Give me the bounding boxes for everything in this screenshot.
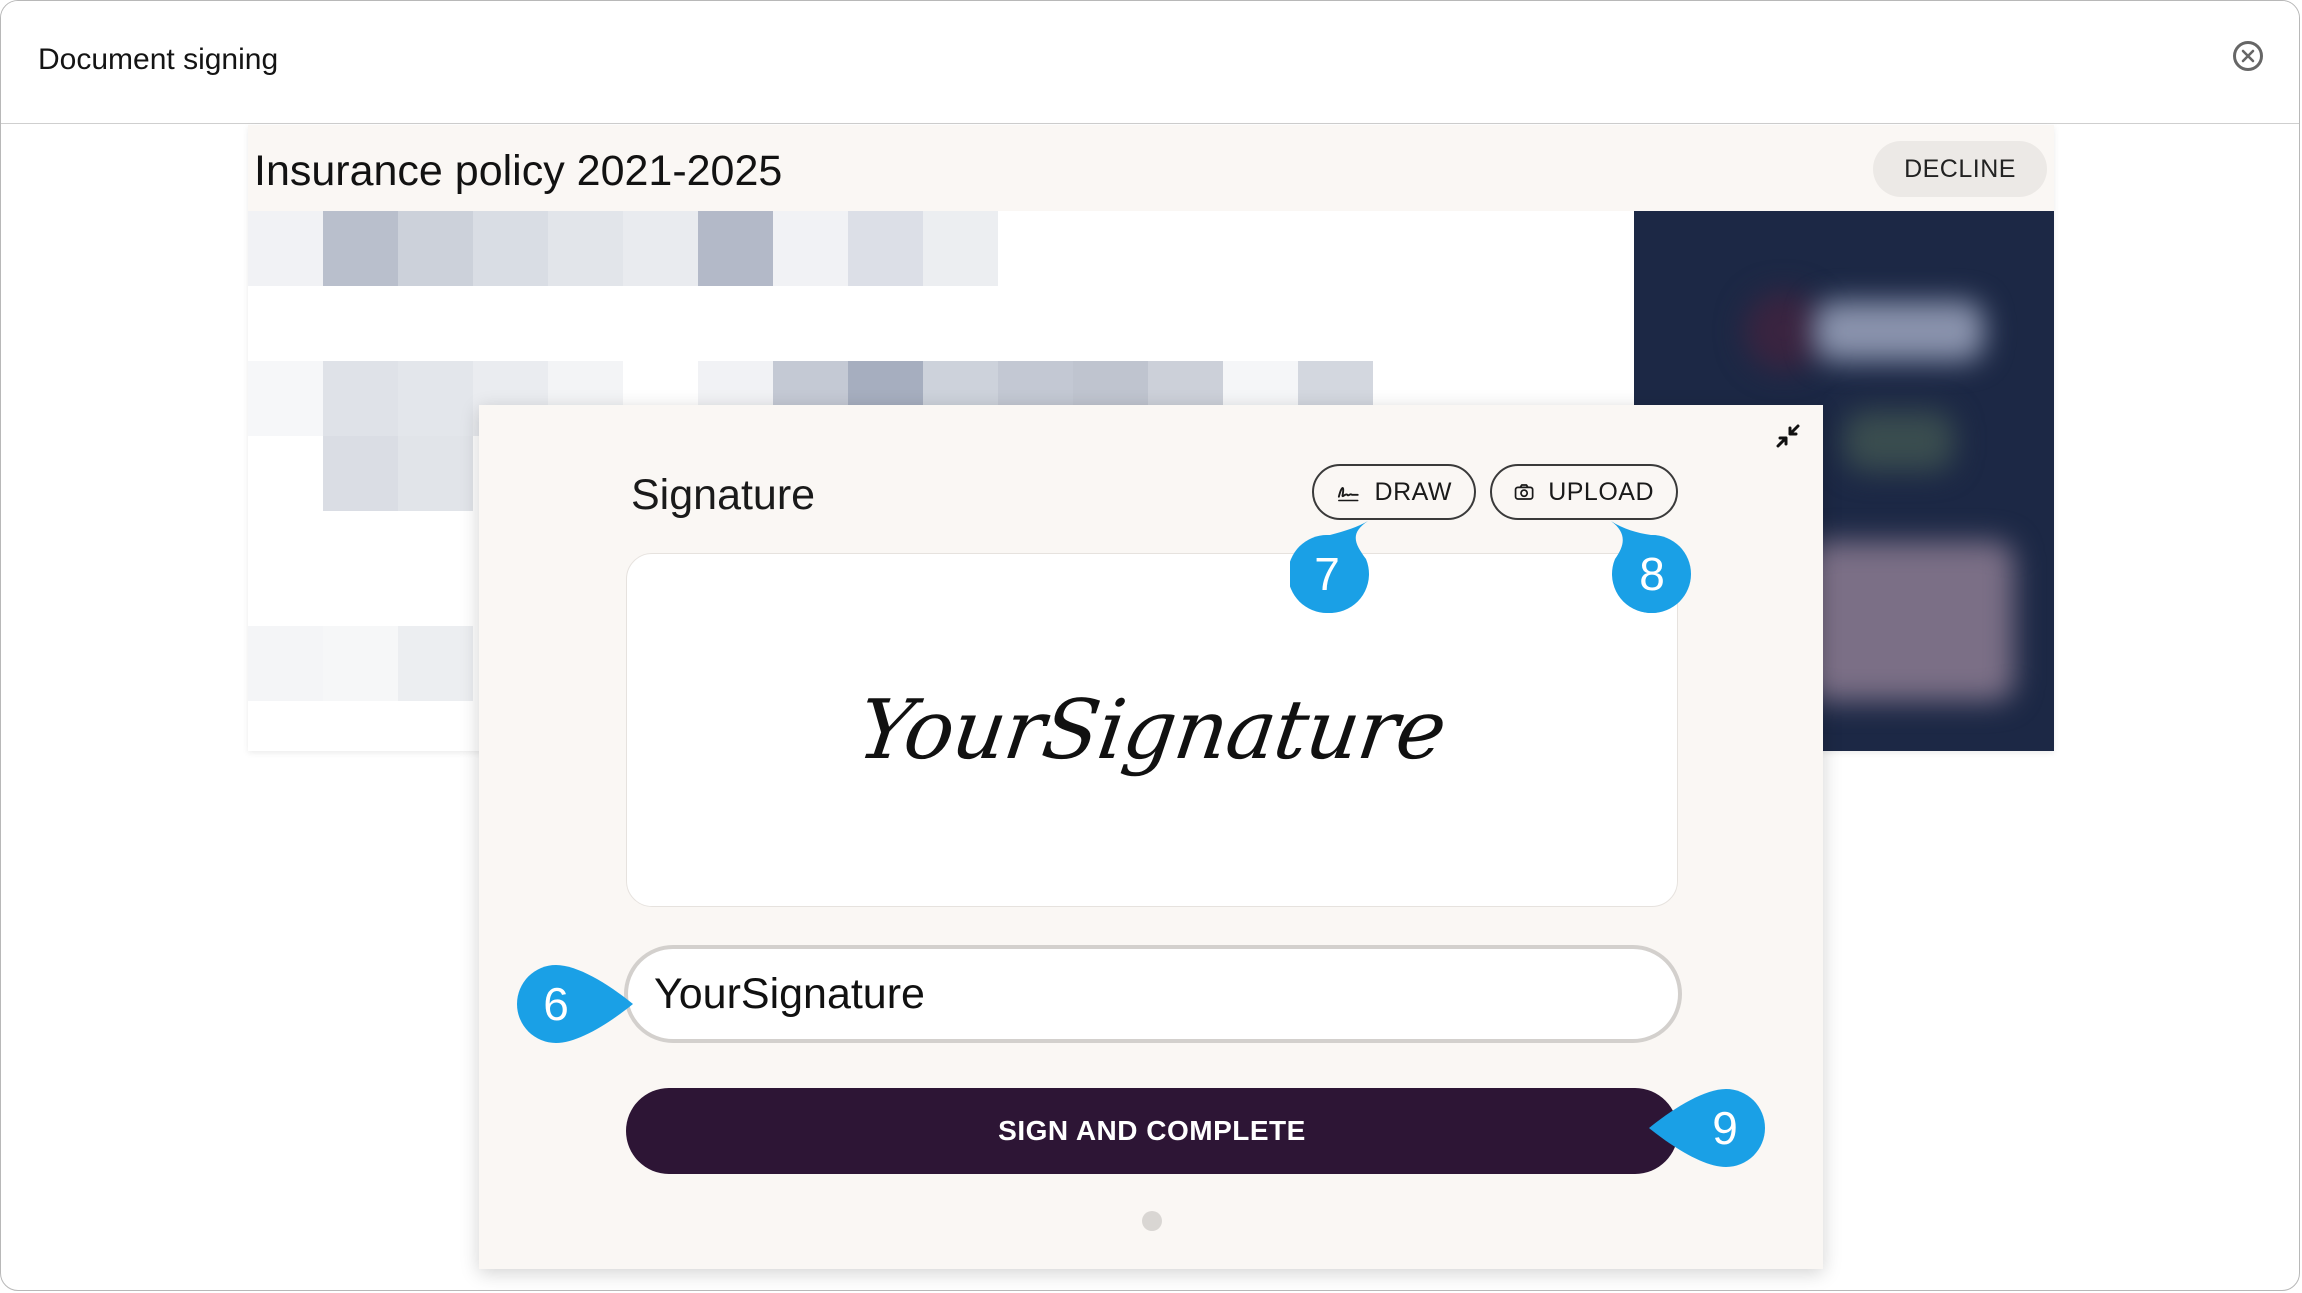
signature-heading: Signature (631, 471, 816, 519)
app-window: Document signing Insurance policy 2021-2… (0, 0, 2300, 1291)
callout-6: 6 (517, 965, 637, 1043)
blurred-block (323, 436, 398, 511)
sign-and-complete-button[interactable]: SIGN AND COMPLETE (626, 1088, 1678, 1174)
blurred-block (698, 211, 773, 286)
callout-6-number: 6 (543, 978, 569, 1030)
blurred-block (773, 211, 848, 286)
collapse-arrows-icon[interactable] (1772, 420, 1804, 452)
blurred-block (398, 361, 473, 436)
page-indicator-dot (1142, 1211, 1162, 1231)
blurred-block (248, 361, 323, 436)
blurred-block (398, 626, 473, 701)
callout-7-number: 7 (1314, 548, 1340, 600)
blurred-block (623, 211, 698, 286)
upload-button[interactable]: UPLOAD (1490, 464, 1678, 520)
callout-9-number: 9 (1712, 1102, 1738, 1154)
signature-pen-icon (1337, 487, 1359, 502)
blurred-block (248, 626, 323, 701)
blurred-shape (1814, 301, 1984, 361)
blurred-block (398, 211, 473, 286)
close-icon[interactable] (2233, 41, 2263, 71)
signature-name-input[interactable] (624, 945, 1682, 1043)
draw-button[interactable]: DRAW (1312, 464, 1476, 520)
callout-9: 9 (1645, 1089, 1765, 1167)
blurred-block (248, 211, 323, 286)
close-x-glyph (2241, 49, 2255, 63)
document-title: Insurance policy 2021-2025 (254, 147, 783, 195)
callout-8: 8 (1607, 521, 1691, 613)
decline-button[interactable]: DECLINE (1873, 141, 2047, 197)
blurred-block (323, 361, 398, 436)
window-title: Document signing (38, 43, 279, 76)
camera-icon (1514, 484, 1534, 500)
signature-preview-text: YourSignature (852, 682, 1452, 778)
blurred-block (923, 211, 998, 286)
callout-8-number: 8 (1639, 548, 1665, 600)
blurred-shape (1844, 411, 1954, 471)
blurred-shape (1744, 291, 1824, 371)
blurred-block (398, 436, 473, 511)
blurred-block (848, 211, 923, 286)
draw-button-label: DRAW (1374, 477, 1452, 506)
blurred-block (323, 211, 398, 286)
callout-7: 7 (1288, 521, 1370, 613)
blurred-block (473, 211, 548, 286)
upload-button-label: UPLOAD (1548, 477, 1654, 506)
blurred-block (548, 211, 623, 286)
title-bar: Document signing (1, 1, 2299, 124)
blurred-block (323, 626, 398, 701)
blurred-shape (1804, 541, 2014, 701)
signature-preview: YourSignature (626, 553, 1678, 907)
